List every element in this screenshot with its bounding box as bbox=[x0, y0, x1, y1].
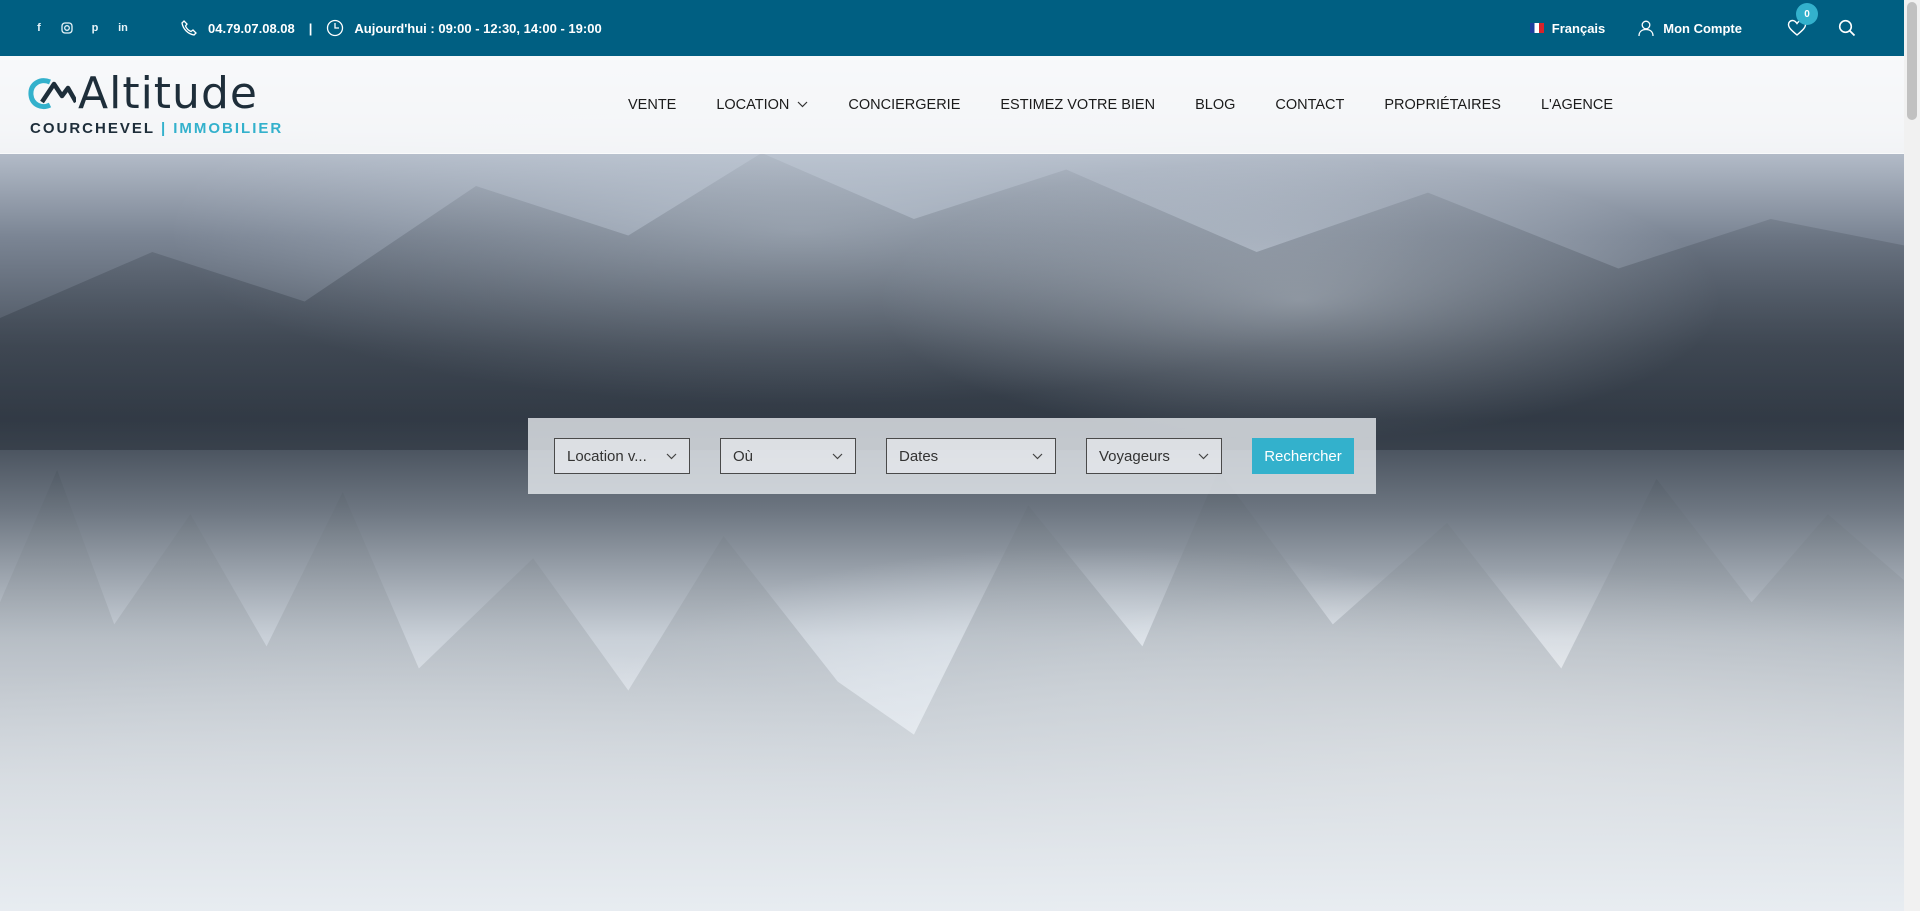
nav-item-proprietaires[interactable]: PROPRIÉTAIRES bbox=[1384, 97, 1501, 113]
nav-item-agence[interactable]: L'AGENCE bbox=[1541, 97, 1613, 113]
language-selector[interactable]: Français bbox=[1529, 20, 1606, 36]
user-icon bbox=[1638, 20, 1654, 37]
nav-label: LOCATION bbox=[716, 96, 790, 113]
mountain-ridge bbox=[0, 153, 1904, 450]
guests-select-value: Voyageurs bbox=[1099, 447, 1170, 465]
account-label: Mon Compte bbox=[1663, 20, 1742, 36]
phone-icon bbox=[181, 20, 197, 36]
guests-select[interactable]: Voyageurs bbox=[1086, 438, 1222, 474]
site-logo[interactable]: Altitude COURCHEVEL | IMMOBILIER bbox=[28, 67, 281, 140]
scrollbar-thumb[interactable] bbox=[1907, 2, 1917, 120]
instagram-icon[interactable] bbox=[60, 21, 74, 35]
wishlist-count-badge: 0 bbox=[1796, 3, 1818, 25]
main-header: Altitude COURCHEVEL | IMMOBILIER VENTE LOC… bbox=[0, 56, 1904, 154]
where-select[interactable]: Où bbox=[720, 438, 856, 474]
nav-label: CONTACT bbox=[1275, 96, 1345, 113]
language-label: Français bbox=[1551, 20, 1606, 36]
phone-info[interactable]: 04.79.07.08.08 bbox=[180, 19, 295, 37]
chevron-down-icon bbox=[832, 453, 843, 459]
nav-item-location[interactable]: LOCATION bbox=[716, 97, 808, 113]
snowy-trees bbox=[0, 470, 1904, 911]
nav-item-blog[interactable]: BLOG bbox=[1195, 97, 1235, 113]
chevron-down-icon bbox=[1032, 453, 1043, 459]
property-search-bar: Location v... Où Dates Voyageurs Recherc… bbox=[528, 418, 1376, 494]
page-scrollbar[interactable] bbox=[1904, 0, 1920, 911]
facebook-icon[interactable]: f bbox=[32, 21, 46, 35]
rechercher-button[interactable]: Rechercher bbox=[1252, 438, 1354, 474]
hours-text: Aujourd'hui : 09:00 - 12:30, 14:00 - 19:… bbox=[354, 20, 602, 36]
logo-wordmark: Altitude bbox=[78, 67, 258, 119]
separator: | bbox=[308, 20, 313, 36]
nav-label: L'AGENCE bbox=[1540, 96, 1614, 113]
nav-item-conciergerie[interactable]: CONCIERGERIE bbox=[848, 97, 960, 113]
top-bar: f p in 04.79.07.08.08 | Aujourd'hui : 09… bbox=[0, 0, 1904, 56]
search-button[interactable] bbox=[1836, 17, 1858, 39]
chevron-down-icon bbox=[1198, 453, 1209, 459]
pinterest-icon[interactable]: p bbox=[88, 21, 102, 35]
dates-select-value: Dates bbox=[899, 447, 939, 465]
linkedin-icon[interactable]: in bbox=[116, 21, 130, 35]
account-link[interactable]: Mon Compte bbox=[1637, 19, 1742, 37]
opening-hours: Aujourd'hui : 09:00 - 12:30, 14:00 - 19:… bbox=[326, 19, 602, 37]
topbar-right: Français Mon Compte 0 bbox=[1529, 3, 1858, 39]
nav-item-contact[interactable]: CONTACT bbox=[1275, 97, 1344, 113]
type-select-value: Location v... bbox=[567, 447, 647, 465]
nav-item-vente[interactable]: VENTE bbox=[628, 97, 676, 113]
logo-subtitle: COURCHEVEL | IMMOBILIER bbox=[30, 120, 283, 137]
chevron-down-icon bbox=[666, 453, 677, 459]
dates-select[interactable]: Dates bbox=[886, 438, 1056, 474]
logo-sub-left: COURCHEVEL bbox=[30, 119, 156, 137]
logo-main: Altitude bbox=[28, 67, 258, 119]
wishlist-button[interactable]: 0 bbox=[1786, 3, 1818, 39]
chevron-down-icon bbox=[797, 101, 808, 108]
nav-label: BLOG bbox=[1195, 96, 1236, 113]
where-select-value: Où bbox=[733, 447, 754, 465]
nav-label: ESTIMEZ VOTRE BIEN bbox=[1000, 96, 1156, 113]
logo-mountain-icon bbox=[28, 77, 76, 109]
phone-number[interactable]: 04.79.07.08.08 bbox=[208, 21, 295, 36]
clock-icon bbox=[327, 19, 344, 37]
social-links: f p in bbox=[32, 21, 130, 35]
type-select[interactable]: Location v... bbox=[554, 438, 690, 474]
nav-label: CONCIERGERIE bbox=[848, 96, 961, 113]
logo-sub-right: IMMOBILIER bbox=[173, 119, 284, 137]
logo-sub-sep: | bbox=[161, 119, 168, 137]
nav-label: VENTE bbox=[628, 96, 677, 113]
nav-item-estimez[interactable]: ESTIMEZ VOTRE BIEN bbox=[1000, 97, 1155, 113]
nav-label: PROPRIÉTAIRES bbox=[1384, 96, 1501, 113]
main-nav: VENTE LOCATION CONCIERGERIE ESTIMEZ VOTR… bbox=[628, 97, 1613, 113]
search-icon bbox=[1838, 19, 1856, 37]
france-flag-icon bbox=[1529, 23, 1544, 33]
